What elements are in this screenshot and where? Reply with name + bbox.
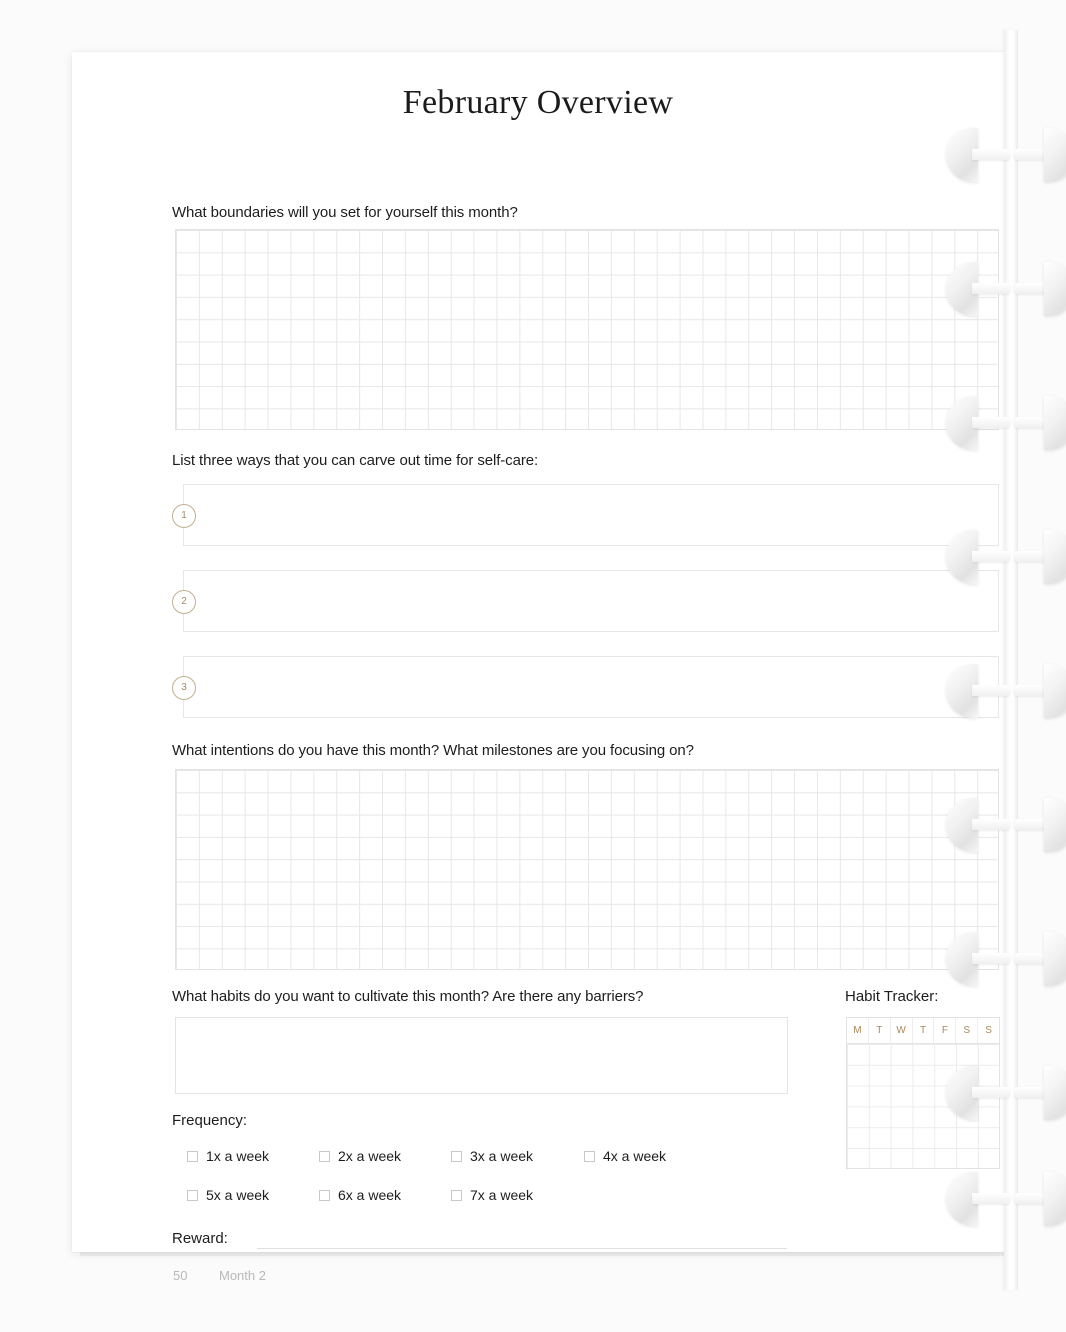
checkbox-icon-2x[interactable] [319, 1150, 330, 1162]
habit-tracker-day-tuesday: T [869, 1018, 891, 1043]
frequency-label: Frequency: [172, 1112, 248, 1129]
self-care-input-1[interactable] [183, 484, 999, 546]
disc-bar-left [972, 551, 1010, 562]
self-care-input-3[interactable] [183, 656, 999, 718]
disc-bar-left [972, 1193, 1010, 1204]
frequency-option-6x[interactable]: 6x a week [319, 1187, 401, 1203]
reward-label: Reward: [172, 1230, 228, 1247]
checkbox-icon-6x[interactable] [319, 1189, 330, 1201]
planner-page-sheet: February Overview What boundaries will y… [72, 52, 1004, 1283]
boundaries-grid-writing-area[interactable] [175, 229, 999, 430]
reward-input-line[interactable] [257, 1248, 787, 1249]
habit-tracker-day-monday: M [847, 1018, 869, 1043]
habit-tracker-day-wednesday: W [891, 1018, 913, 1043]
disc-right-icon [1044, 1066, 1066, 1120]
frequency-option-5x[interactable]: 5x a week [187, 1187, 269, 1203]
disc-right-icon [1044, 262, 1066, 316]
prompt-habits: What habits do you want to cultivate thi… [172, 988, 644, 1005]
footer-section-label: Month 2 [219, 1268, 266, 1283]
disc-right-icon [1044, 396, 1066, 450]
disc-right-icon [1044, 798, 1066, 852]
prompt-intentions: What intentions do you have this month? … [172, 742, 694, 759]
binding-disc-4 [946, 530, 1066, 584]
habit-tracker-day-saturday: S [956, 1018, 979, 1043]
frequency-option-3x[interactable]: 3x a week [451, 1148, 533, 1164]
prompt-self-care: List three ways that you can carve out t… [172, 452, 539, 469]
frequency-label-4x: 4x a week [603, 1148, 667, 1164]
binding-disc-8 [946, 1066, 1066, 1120]
disc-right-icon [1044, 1172, 1066, 1226]
prompt-boundaries: What boundaries will you set for yoursel… [172, 204, 518, 221]
frequency-label-6x: 6x a week [338, 1187, 402, 1203]
habit-tracker-header-row: M T W T F S S [847, 1018, 999, 1044]
frequency-option-7x[interactable]: 7x a week [451, 1187, 533, 1203]
page-title: February Overview [402, 84, 674, 121]
footer-page-number: 50 [173, 1268, 188, 1283]
binding-disc-1 [946, 128, 1066, 182]
binding-disc-5 [946, 664, 1066, 718]
disc-bar-left [972, 149, 1010, 160]
frequency-label-3x: 3x a week [470, 1148, 534, 1164]
disc-right-icon [1044, 128, 1066, 182]
disc-bar-left [972, 417, 1010, 428]
habit-tracker-day-thursday: T [913, 1018, 935, 1043]
intentions-grid-writing-area[interactable] [175, 769, 999, 970]
frequency-label-5x: 5x a week [206, 1187, 270, 1203]
binding-disc-7 [946, 932, 1066, 986]
checkbox-icon-3x[interactable] [451, 1150, 462, 1162]
checkbox-icon-4x[interactable] [584, 1150, 595, 1162]
self-care-number-2: 2 [172, 590, 196, 614]
binding-disc-9 [946, 1172, 1066, 1226]
disc-right-icon [1044, 530, 1066, 584]
disc-right-icon [1044, 664, 1066, 718]
discbound-binding [946, 30, 1066, 1290]
habit-tracker-day-sunday: S [985, 1025, 992, 1036]
binding-disc-6 [946, 798, 1066, 852]
self-care-number-1: 1 [172, 504, 196, 528]
frequency-option-1x[interactable]: 1x a week [187, 1148, 269, 1164]
frequency-label-1x: 1x a week [206, 1148, 270, 1164]
binding-disc-2 [946, 262, 1066, 316]
self-care-input-2[interactable] [183, 570, 999, 632]
disc-right-icon [1044, 932, 1066, 986]
page-content: February Overview What boundaries will y… [72, 52, 1004, 1283]
disc-bar-left [972, 953, 1010, 964]
habits-input-box[interactable] [175, 1017, 788, 1094]
habit-tracker-day-friday: F [934, 1018, 957, 1043]
frequency-label-7x: 7x a week [470, 1187, 534, 1203]
disc-bar-left [972, 685, 1010, 696]
checkbox-icon-1x[interactable] [187, 1150, 198, 1162]
habit-tracker-title: Habit Tracker: [845, 988, 939, 1005]
frequency-option-4x[interactable]: 4x a week [584, 1148, 666, 1164]
disc-bar-left [972, 283, 1010, 294]
self-care-number-3: 3 [172, 676, 196, 700]
frequency-label-2x: 2x a week [338, 1148, 402, 1164]
checkbox-icon-5x[interactable] [187, 1189, 198, 1201]
binding-disc-3 [946, 396, 1066, 450]
disc-bar-left [972, 819, 1010, 830]
checkbox-icon-7x[interactable] [451, 1189, 462, 1201]
disc-bar-left [972, 1087, 1010, 1098]
frequency-option-2x[interactable]: 2x a week [319, 1148, 401, 1164]
